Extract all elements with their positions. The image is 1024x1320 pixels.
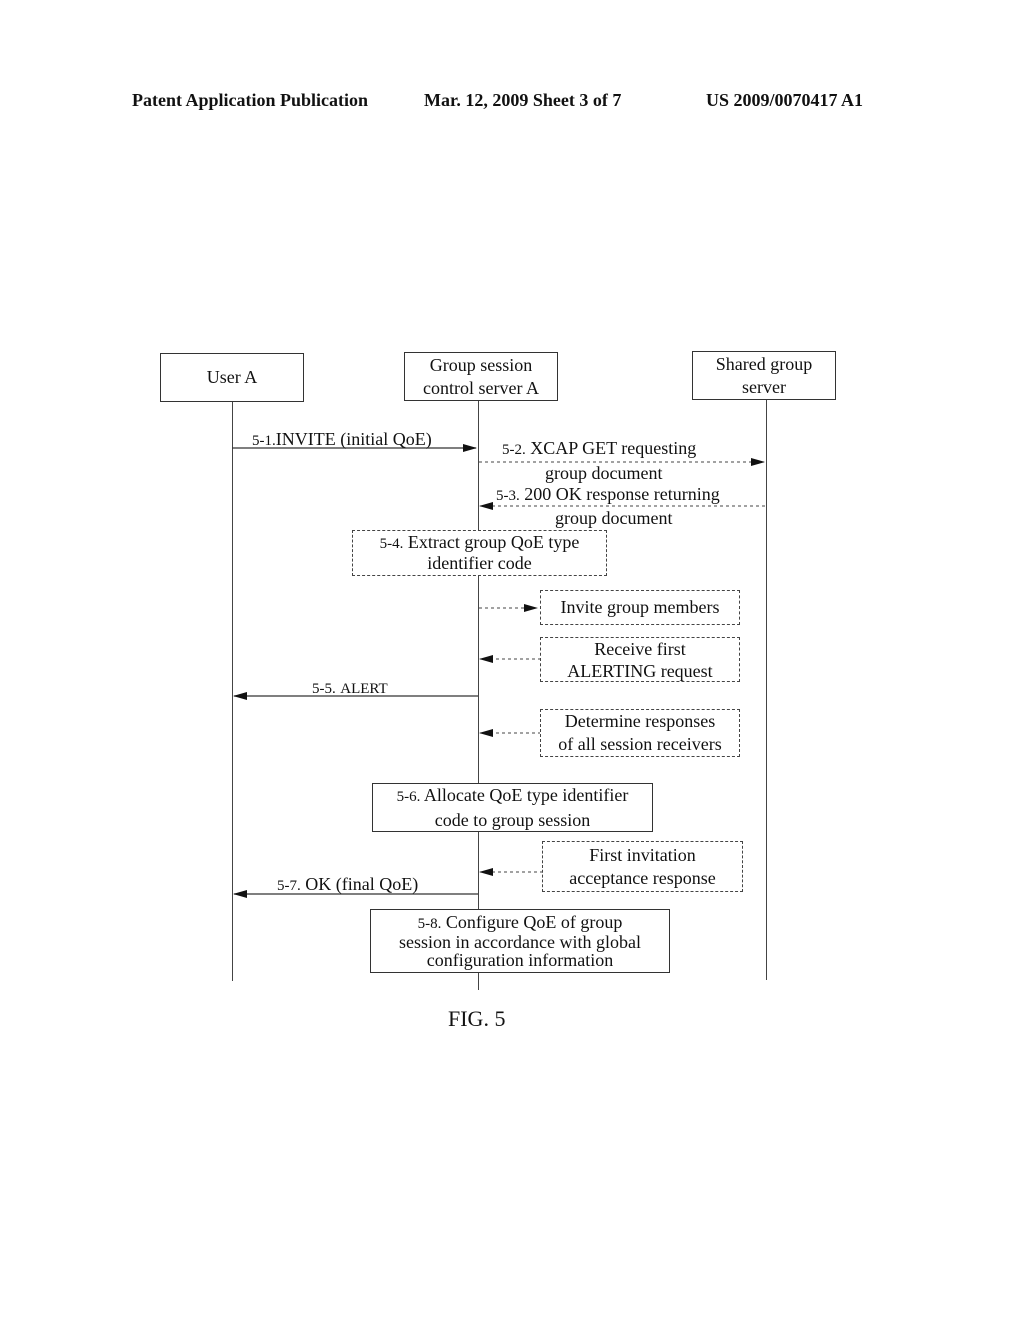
step-number: 5-1. (252, 433, 276, 449)
message-5-1-label: 5-1.INVITE (initial QoE) (252, 429, 432, 451)
process-line3: configuration information (426, 950, 614, 970)
note-determine-responses: Determine responses of all session recei… (540, 709, 740, 757)
process-box-5-6: 5-6. Allocate QoE type identifier code t… (372, 783, 653, 832)
process-line2: code to group session (434, 809, 591, 830)
note-receive-first-alerting: Receive first ALERTING request (540, 637, 740, 682)
message-text: 200 OK response returning (524, 484, 720, 504)
message-5-7-label: 5-7. OK (final QoE) (277, 874, 418, 896)
process-line1: 5-4. Extract group QoE type (380, 533, 580, 554)
step-number: 5-8. (417, 916, 442, 932)
process-box-5-4: 5-4. Extract group QoE type identifier c… (352, 530, 607, 576)
process-text: Extract group QoE type (407, 532, 580, 552)
message-5-3-label-line2: group document (555, 508, 673, 528)
message-5-5-label: 5-5. ALERT (312, 677, 388, 699)
message-arrows (232, 444, 765, 898)
message-text: OK (final QoE) (305, 874, 419, 894)
message-text: INVITE (initial QoE) (275, 429, 432, 449)
note-first-invitation-acceptance: First invitation acceptance response (542, 841, 743, 892)
process-box-5-8: 5-8. Configure QoE of group session in a… (370, 909, 670, 973)
message-5-2-label: 5-2. XCAP GET requesting (502, 438, 696, 460)
step-number: 5-6. (396, 788, 421, 805)
step-number: 5-4. (379, 536, 404, 552)
process-line2: identifier code (427, 553, 532, 573)
process-text: Configure QoE of group (445, 912, 623, 932)
process-line2: session in accordance with global (399, 932, 641, 952)
message-text: ALERT (340, 681, 388, 697)
note-text-line2: of all session receivers (558, 734, 722, 754)
note-text-line2: ALERTING request (567, 660, 713, 681)
process-text: Allocate QoE type identifier (423, 784, 629, 805)
note-text: Invite group members (560, 597, 720, 617)
process-line1: 5-8. Configure QoE of group (418, 913, 623, 933)
step-number: 5-2. (502, 442, 526, 458)
process-line1: 5-6. Allocate QoE type identifier (397, 784, 629, 809)
step-number: 5-7. (277, 878, 301, 894)
note-text-line1: Receive first (594, 638, 686, 659)
step-number: 5-5. (312, 681, 336, 697)
step-number: 5-3. (496, 488, 520, 504)
message-5-3-label: 5-3. 200 OK response returning (496, 484, 720, 506)
figure-label: FIG. 5 (448, 1006, 506, 1031)
message-text: XCAP GET requesting (530, 438, 697, 458)
message-5-2-label-line2: group document (545, 463, 663, 483)
note-text-line1: Determine responses (564, 711, 716, 731)
note-text-line1: First invitation (589, 844, 696, 865)
note-invite-group-members: Invite group members (540, 590, 740, 625)
note-text-line2: acceptance response (569, 867, 716, 888)
